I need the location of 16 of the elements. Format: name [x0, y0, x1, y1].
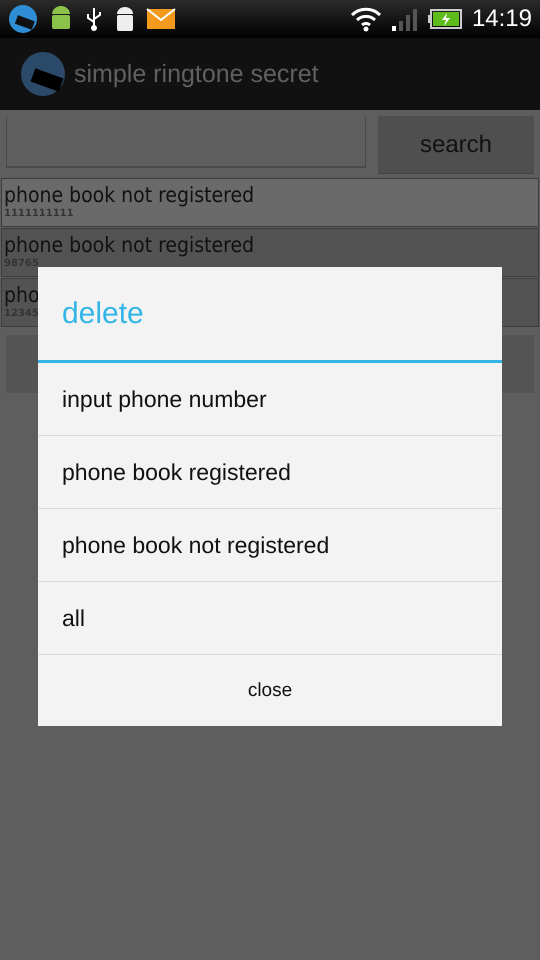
- menu-item[interactable]: input phone number: [38, 363, 502, 436]
- app-icon: [8, 4, 38, 34]
- mail-icon: [146, 8, 176, 30]
- menu-item[interactable]: phone book registered: [38, 436, 502, 509]
- battery-icon: [428, 9, 462, 29]
- android-icon: [114, 5, 136, 33]
- app-title: simple ringtone secret: [74, 60, 319, 88]
- app-logo-icon: [18, 49, 68, 99]
- menu-item[interactable]: all: [38, 582, 502, 655]
- close-button[interactable]: close: [38, 655, 502, 726]
- signal-icon: [392, 6, 418, 32]
- clock: 14:19: [472, 5, 532, 33]
- wifi-icon: [350, 6, 382, 32]
- usb-icon: [84, 6, 104, 32]
- menu-item[interactable]: phone book not registered: [38, 509, 502, 582]
- dialog-title: delete: [38, 267, 502, 363]
